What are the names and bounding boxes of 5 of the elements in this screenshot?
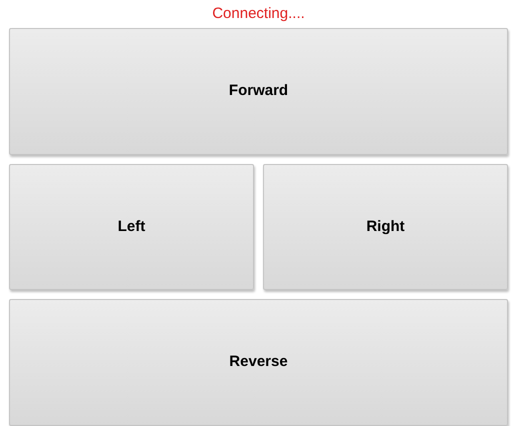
control-button[interactable]: Left [9, 164, 254, 290]
control-button[interactable]: Forward [9, 28, 508, 155]
connection-status: Connecting.... [212, 4, 305, 24]
control-button[interactable]: Reverse [9, 299, 508, 426]
control-button[interactable]: Right [263, 164, 508, 290]
